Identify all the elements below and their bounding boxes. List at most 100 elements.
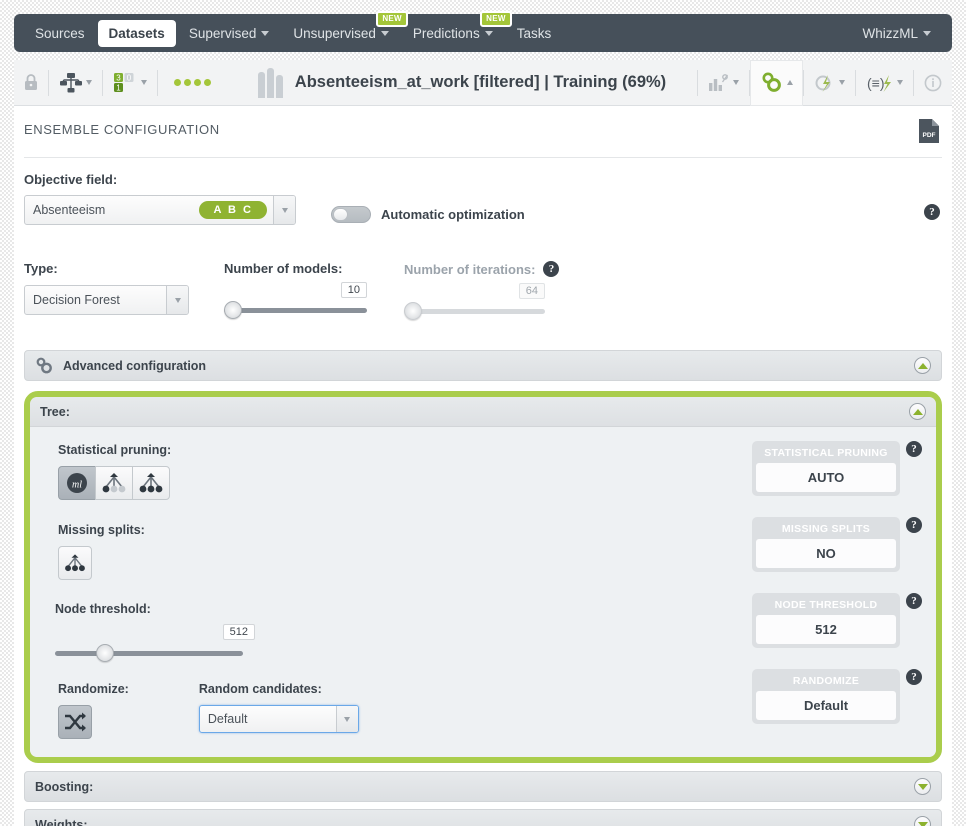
advanced-configuration-header[interactable]: Advanced configuration	[24, 350, 942, 381]
page-help-button[interactable]: ?	[924, 202, 940, 220]
summary-card-caption: STATISTICAL PRUNING	[764, 447, 888, 459]
missing-splits-button[interactable]	[58, 546, 92, 580]
help-icon[interactable]: ?	[906, 669, 922, 685]
chevron-down-icon	[344, 716, 351, 722]
summary-card-randomize: RANDOMIZE Default ?	[752, 669, 922, 724]
flash-button[interactable]	[804, 60, 855, 106]
full-tree-icon	[139, 473, 163, 493]
split-dataset-button[interactable]	[49, 60, 102, 106]
help-icon[interactable]: ?	[543, 261, 560, 277]
random-candidates-value: Default	[207, 712, 248, 726]
automatic-optimization-group: Automatic optimization	[331, 206, 525, 223]
slider-handle[interactable]	[96, 644, 114, 662]
triangle-up-icon	[912, 408, 923, 415]
svg-text:PDF: PDF	[923, 132, 936, 139]
random-candidates-group: Random candidates: Default	[198, 682, 359, 739]
collapse-toggle-tree[interactable]	[909, 403, 926, 420]
random-candidates-label: Random candidates:	[198, 682, 322, 696]
node-threshold-label: Node threshold:	[55, 602, 151, 616]
number-of-iterations-slider	[404, 302, 545, 320]
script-icon: (≡)	[867, 74, 891, 92]
chevron-down-icon	[839, 80, 845, 85]
summary-card-missing-splits: MISSING SPLITS NO ?	[752, 517, 922, 572]
gear-icon	[762, 72, 781, 92]
statistical-pruning-options: ml	[58, 466, 170, 500]
advanced-configuration-label: Advanced configuration	[63, 358, 207, 373]
help-icon[interactable]: ?	[906, 593, 922, 609]
weights-header[interactable]: Weights:	[24, 809, 942, 826]
chevron-down-icon	[897, 80, 903, 85]
nav-item-sources[interactable]: Sources	[24, 20, 96, 47]
number-of-models-value: 10	[340, 282, 367, 298]
export-pdf-button[interactable]: PDF	[918, 118, 940, 149]
summary-card-value: Default	[756, 691, 896, 720]
lock-button[interactable]	[14, 60, 48, 106]
svg-text:(≡): (≡)	[867, 75, 885, 91]
summary-card-node-threshold: NODE THRESHOLD 512 ?	[752, 593, 922, 648]
expand-toggle-boosting[interactable]	[914, 778, 931, 795]
boosting-header[interactable]: Boosting:	[24, 771, 942, 802]
triangle-down-icon	[917, 783, 928, 790]
nav-item-list: Sources Datasets Supervised Unsupervised…	[24, 10, 563, 47]
help-icon[interactable]: ?	[906, 441, 922, 457]
number-of-iterations-label: Number of iterations:	[404, 261, 536, 277]
automatic-optimization-toggle[interactable]	[331, 206, 371, 223]
help-icon: ?	[924, 204, 940, 220]
tree-panel: Tree: Statistical pruning: ml Missing sp…	[24, 391, 942, 763]
resource-title-group: Absenteeism_at_work [filtered] | Trainin…	[227, 67, 697, 98]
nav-item-unsupervised[interactable]: Unsupervised NEW	[282, 10, 408, 47]
status-dot	[184, 79, 191, 86]
number-of-models-group: Number of models: 10	[224, 261, 404, 319]
node-threshold-slider[interactable]	[55, 644, 243, 662]
slider-track	[224, 308, 367, 313]
chevron-down-icon	[281, 207, 288, 213]
chart-button[interactable]	[698, 60, 749, 106]
chart-icon	[709, 73, 729, 91]
field-type-badge: A B C	[199, 201, 267, 219]
page-title: ENSEMBLE CONFIGURATION	[24, 122, 220, 137]
nav-item-label: Supervised	[188, 25, 257, 41]
info-button[interactable]	[914, 60, 952, 106]
dropdown-arrow	[166, 286, 188, 314]
summary-card-caption: MISSING SPLITS	[781, 523, 871, 535]
content-panel: ENSEMBLE CONFIGURATION PDF Objective fie…	[14, 106, 952, 826]
statistical-pruning-option-partial[interactable]	[95, 466, 133, 500]
objective-field-select[interactable]: Absenteeism A B C	[24, 195, 296, 225]
split-dataset-icon	[60, 72, 82, 92]
randomize-button[interactable]	[58, 705, 92, 739]
random-candidates-select[interactable]: Default	[198, 705, 359, 733]
configure-gear-button[interactable]	[750, 59, 803, 106]
number-of-models-slider[interactable]	[224, 301, 367, 319]
gears-icon	[35, 357, 55, 374]
slider-track	[55, 651, 243, 656]
summary-card-value: AUTO	[756, 463, 896, 492]
triangle-up-icon	[917, 362, 928, 369]
chevron-down-icon	[86, 80, 92, 85]
automatic-optimization-label: Automatic optimization	[381, 207, 525, 222]
type-select[interactable]: Decision Forest	[24, 285, 189, 315]
collapse-toggle-advanced[interactable]	[914, 357, 931, 374]
svg-text:ml: ml	[72, 480, 82, 491]
nav-item-datasets[interactable]: Datasets	[97, 19, 176, 47]
ml-auto-icon: ml	[67, 473, 87, 493]
nav-item-label: Datasets	[108, 25, 165, 41]
ensemble-icon	[257, 67, 283, 98]
weights-label: Weights:	[35, 817, 88, 826]
nav-item-supervised[interactable]: Supervised	[178, 20, 281, 47]
sample-dataset-icon: 3 0 1	[114, 72, 134, 92]
slider-handle[interactable]	[224, 301, 242, 319]
statistical-pruning-option-full[interactable]	[132, 466, 170, 500]
help-icon[interactable]: ?	[906, 517, 922, 533]
statistical-pruning-option-auto[interactable]: ml	[58, 466, 96, 500]
tree-panel-header[interactable]: Tree:	[30, 397, 936, 427]
expand-toggle-weights[interactable]	[914, 816, 931, 826]
pdf-icon: PDF	[919, 119, 939, 143]
nav-item-whizzml[interactable]: WhizzML	[851, 20, 942, 47]
script-button[interactable]: (≡)	[856, 60, 913, 106]
sample-dataset-button[interactable]: 3 0 1	[103, 60, 157, 106]
nav-item-predictions[interactable]: Predictions NEW	[402, 10, 512, 47]
nav-item-label: Unsupervised	[293, 25, 376, 41]
nav-item-tasks[interactable]: Tasks	[506, 20, 563, 47]
tree-summary-cards: STATISTICAL PRUNING AUTO ? MISSING SPLIT…	[752, 441, 922, 724]
page-header: ENSEMBLE CONFIGURATION PDF	[14, 106, 952, 157]
